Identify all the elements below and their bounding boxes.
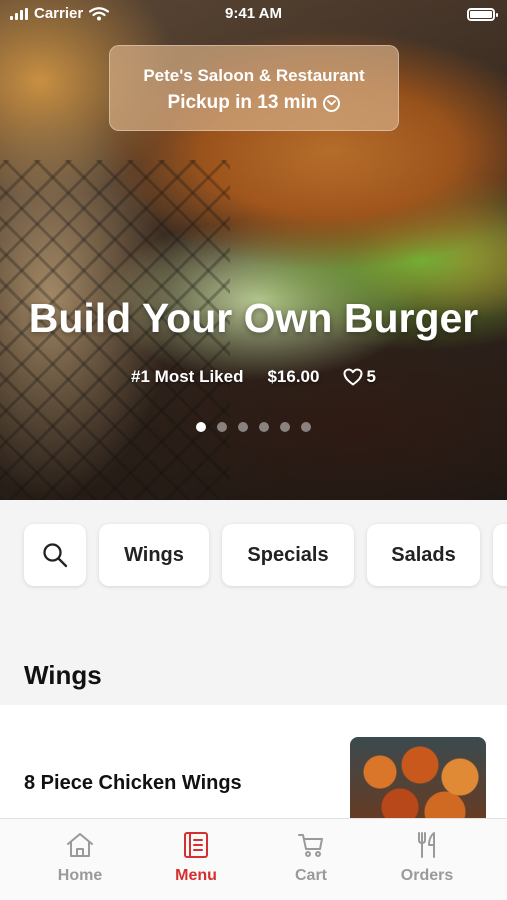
hero-badge: #1 Most Liked	[131, 367, 244, 386]
category-chip-specials[interactable]: Specials	[222, 524, 354, 586]
carousel-dot[interactable]	[238, 422, 248, 432]
status-bar: Carrier 9:41 AM	[0, 0, 507, 30]
category-chip-wings[interactable]: Wings	[99, 524, 209, 586]
tab-label: Menu	[175, 867, 217, 884]
pickup-eta: Pickup in 13 min	[167, 92, 318, 113]
heart-icon	[343, 368, 363, 386]
category-chip-salads[interactable]: Salads	[367, 524, 480, 586]
tab-home[interactable]: Home	[25, 831, 135, 885]
menu-item-image	[350, 737, 486, 827]
likes-count: 5	[366, 367, 376, 386]
hero-price: $16.00	[267, 367, 320, 386]
status-time: 9:41 AM	[225, 5, 282, 22]
list-item[interactable]: 8 Piece Chicken Wings	[0, 705, 507, 827]
category-bar: Wings Specials Salads	[0, 500, 507, 620]
search-button[interactable]	[24, 524, 86, 586]
carousel-dot[interactable]	[217, 422, 227, 432]
search-icon	[43, 543, 68, 568]
chevron-down-icon	[323, 94, 341, 112]
tab-cart[interactable]: Cart	[256, 831, 366, 885]
carousel-dot[interactable]	[196, 422, 206, 432]
home-icon	[67, 833, 93, 857]
tab-label: Cart	[294, 867, 327, 884]
pickup-selector[interactable]: Pete's Saloon & Restaurant Pickup in 13 …	[109, 45, 399, 131]
tab-label: Home	[57, 867, 103, 884]
battery-icon	[467, 8, 498, 21]
menu-icon	[184, 832, 208, 858]
fork-knife-icon	[418, 832, 435, 858]
tab-label: Orders	[400, 867, 454, 884]
cart-icon	[298, 834, 323, 857]
restaurant-name: Pete's Saloon & Restaurant	[143, 66, 365, 85]
hero-likes[interactable]: 5	[343, 367, 376, 387]
menu-item-name: 8 Piece Chicken Wings	[24, 772, 242, 794]
category-chip-more[interactable]	[493, 524, 507, 586]
carousel-dot[interactable]	[280, 422, 290, 432]
carousel-dot[interactable]	[259, 422, 269, 432]
pickup-eta-row: Pickup in 13 min	[110, 92, 398, 114]
tab-orders[interactable]: Orders	[372, 831, 482, 885]
carousel-indicator[interactable]	[0, 422, 507, 432]
hero-meta: #1 Most Liked $16.00 5	[0, 367, 507, 387]
hero-title: Build Your Own Burger	[28, 295, 479, 341]
carousel-dot[interactable]	[301, 422, 311, 432]
section-title: Wings	[24, 660, 102, 690]
tab-bar: Home Menu Cart Orders	[0, 818, 507, 900]
tab-menu[interactable]: Menu	[141, 831, 251, 885]
